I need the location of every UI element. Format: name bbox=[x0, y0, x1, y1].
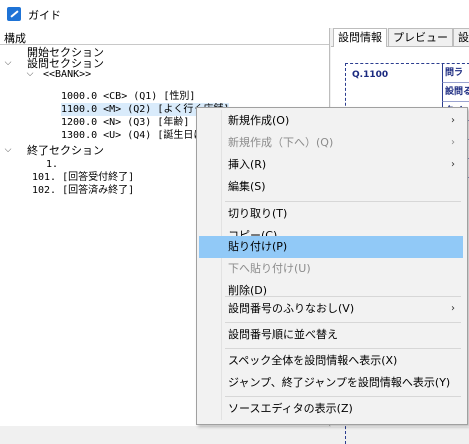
menu-item-label: 設問番号のふりなおし(V) bbox=[228, 302, 355, 315]
question-number: Q.1100 bbox=[352, 70, 389, 80]
menu-item-label: ジャンプ、終了ジャンプを設問情報へ表示(Y) bbox=[228, 376, 451, 389]
menu-separator bbox=[225, 348, 461, 349]
window-title: ガイド bbox=[28, 9, 61, 22]
title-bar: ガイド bbox=[0, 0, 469, 29]
chevron-down-icon[interactable]: ⌵ bbox=[3, 57, 13, 70]
chevron-down-icon[interactable]: ⌵ bbox=[25, 68, 35, 81]
menu-item-label: 挿入(R) bbox=[228, 158, 267, 171]
structure-header-label: 構成 bbox=[4, 32, 26, 45]
tab-settings[interactable]: 設 bbox=[453, 28, 469, 46]
menu-item-source-editor[interactable]: ソースエディタの表示(Z) bbox=[199, 398, 463, 420]
menu-item-edit[interactable]: 編集(S) bbox=[199, 176, 463, 198]
chevron-right-icon: › bbox=[451, 137, 455, 148]
menu-item-new[interactable]: 新規作成(O) › bbox=[199, 110, 463, 132]
menu-item-label: 新規作成(O) bbox=[228, 114, 290, 127]
chevron-down-icon[interactable]: ⌵ bbox=[3, 144, 13, 157]
menu-item-label: 切り取り(T) bbox=[228, 207, 288, 220]
menu-separator bbox=[225, 322, 461, 323]
menu-item-label: ソースエディタの表示(Z) bbox=[228, 402, 353, 415]
menu-separator bbox=[225, 296, 461, 297]
tree-item-label: 1000.0 <CB> (Q1) [性別] bbox=[61, 91, 196, 102]
tab-preview[interactable]: プレビュー bbox=[388, 28, 453, 46]
tree-item-label: 1200.0 <N> (Q3) [年齢] bbox=[61, 117, 190, 128]
menu-item-label: 設問番号順に並べ替え bbox=[228, 328, 338, 341]
tree-item-label: 終了セクション bbox=[27, 144, 104, 157]
menu-item-label: 貼り付け(P) bbox=[228, 240, 288, 253]
menu-separator bbox=[225, 201, 461, 202]
tree-item-label: 101. [回答受付終了] bbox=[32, 172, 135, 183]
tree-item-label: <<BANK>> bbox=[43, 69, 92, 80]
menu-item-label: 新規作成（下へ）(Q) bbox=[228, 136, 334, 149]
menu-item-renumber[interactable]: 設問番号のふりなおし(V) › bbox=[199, 298, 463, 320]
context-menu: 新規作成(O) › 新規作成（下へ）(Q) › 挿入(R) › 編集(S) 切り… bbox=[196, 107, 468, 425]
menu-item-show-spec[interactable]: スペック全体を設問情報へ表示(X) bbox=[199, 350, 463, 372]
menu-item-sort-by-number[interactable]: 設問番号順に並べ替え bbox=[199, 324, 463, 346]
menu-item-show-jumps[interactable]: ジャンプ、終了ジャンプを設問情報へ表示(Y) bbox=[199, 372, 463, 394]
detail-tabs: 設問情報 プレビュー 設 bbox=[331, 28, 469, 47]
menu-item-paste[interactable]: 貼り付け(P) bbox=[199, 236, 463, 258]
menu-item-new-below[interactable]: 新規作成（下へ）(Q) › bbox=[199, 132, 463, 154]
tree-item-label: 102. [回答済み終了] bbox=[32, 185, 135, 196]
app-icon bbox=[7, 7, 21, 21]
tree-item-label: 1300.0 <U> (Q4) [誕生日に bbox=[61, 130, 204, 141]
tab-question-info[interactable]: 設問情報 bbox=[333, 28, 387, 47]
menu-item-cut[interactable]: 切り取り(T) bbox=[199, 203, 463, 225]
menu-item-label: スペック全体を設問情報へ表示(X) bbox=[228, 354, 398, 367]
menu-item-label: 下へ貼り付け(U) bbox=[228, 262, 311, 275]
menu-item-label: 編集(S) bbox=[228, 180, 266, 193]
sheet-cell: 問ラ bbox=[442, 64, 469, 83]
chevron-right-icon: › bbox=[451, 159, 455, 170]
chevron-right-icon: › bbox=[451, 303, 455, 314]
menu-separator bbox=[225, 396, 461, 397]
structure-header: 構成 bbox=[0, 28, 329, 45]
menu-item-insert[interactable]: 挿入(R) › bbox=[199, 154, 463, 176]
sheet-cell: 設問る bbox=[442, 83, 469, 102]
chevron-right-icon: › bbox=[451, 115, 455, 126]
tree-item-label: 1. bbox=[46, 159, 59, 170]
menu-item-paste-below[interactable]: 下へ貼り付け(U) bbox=[199, 258, 463, 280]
